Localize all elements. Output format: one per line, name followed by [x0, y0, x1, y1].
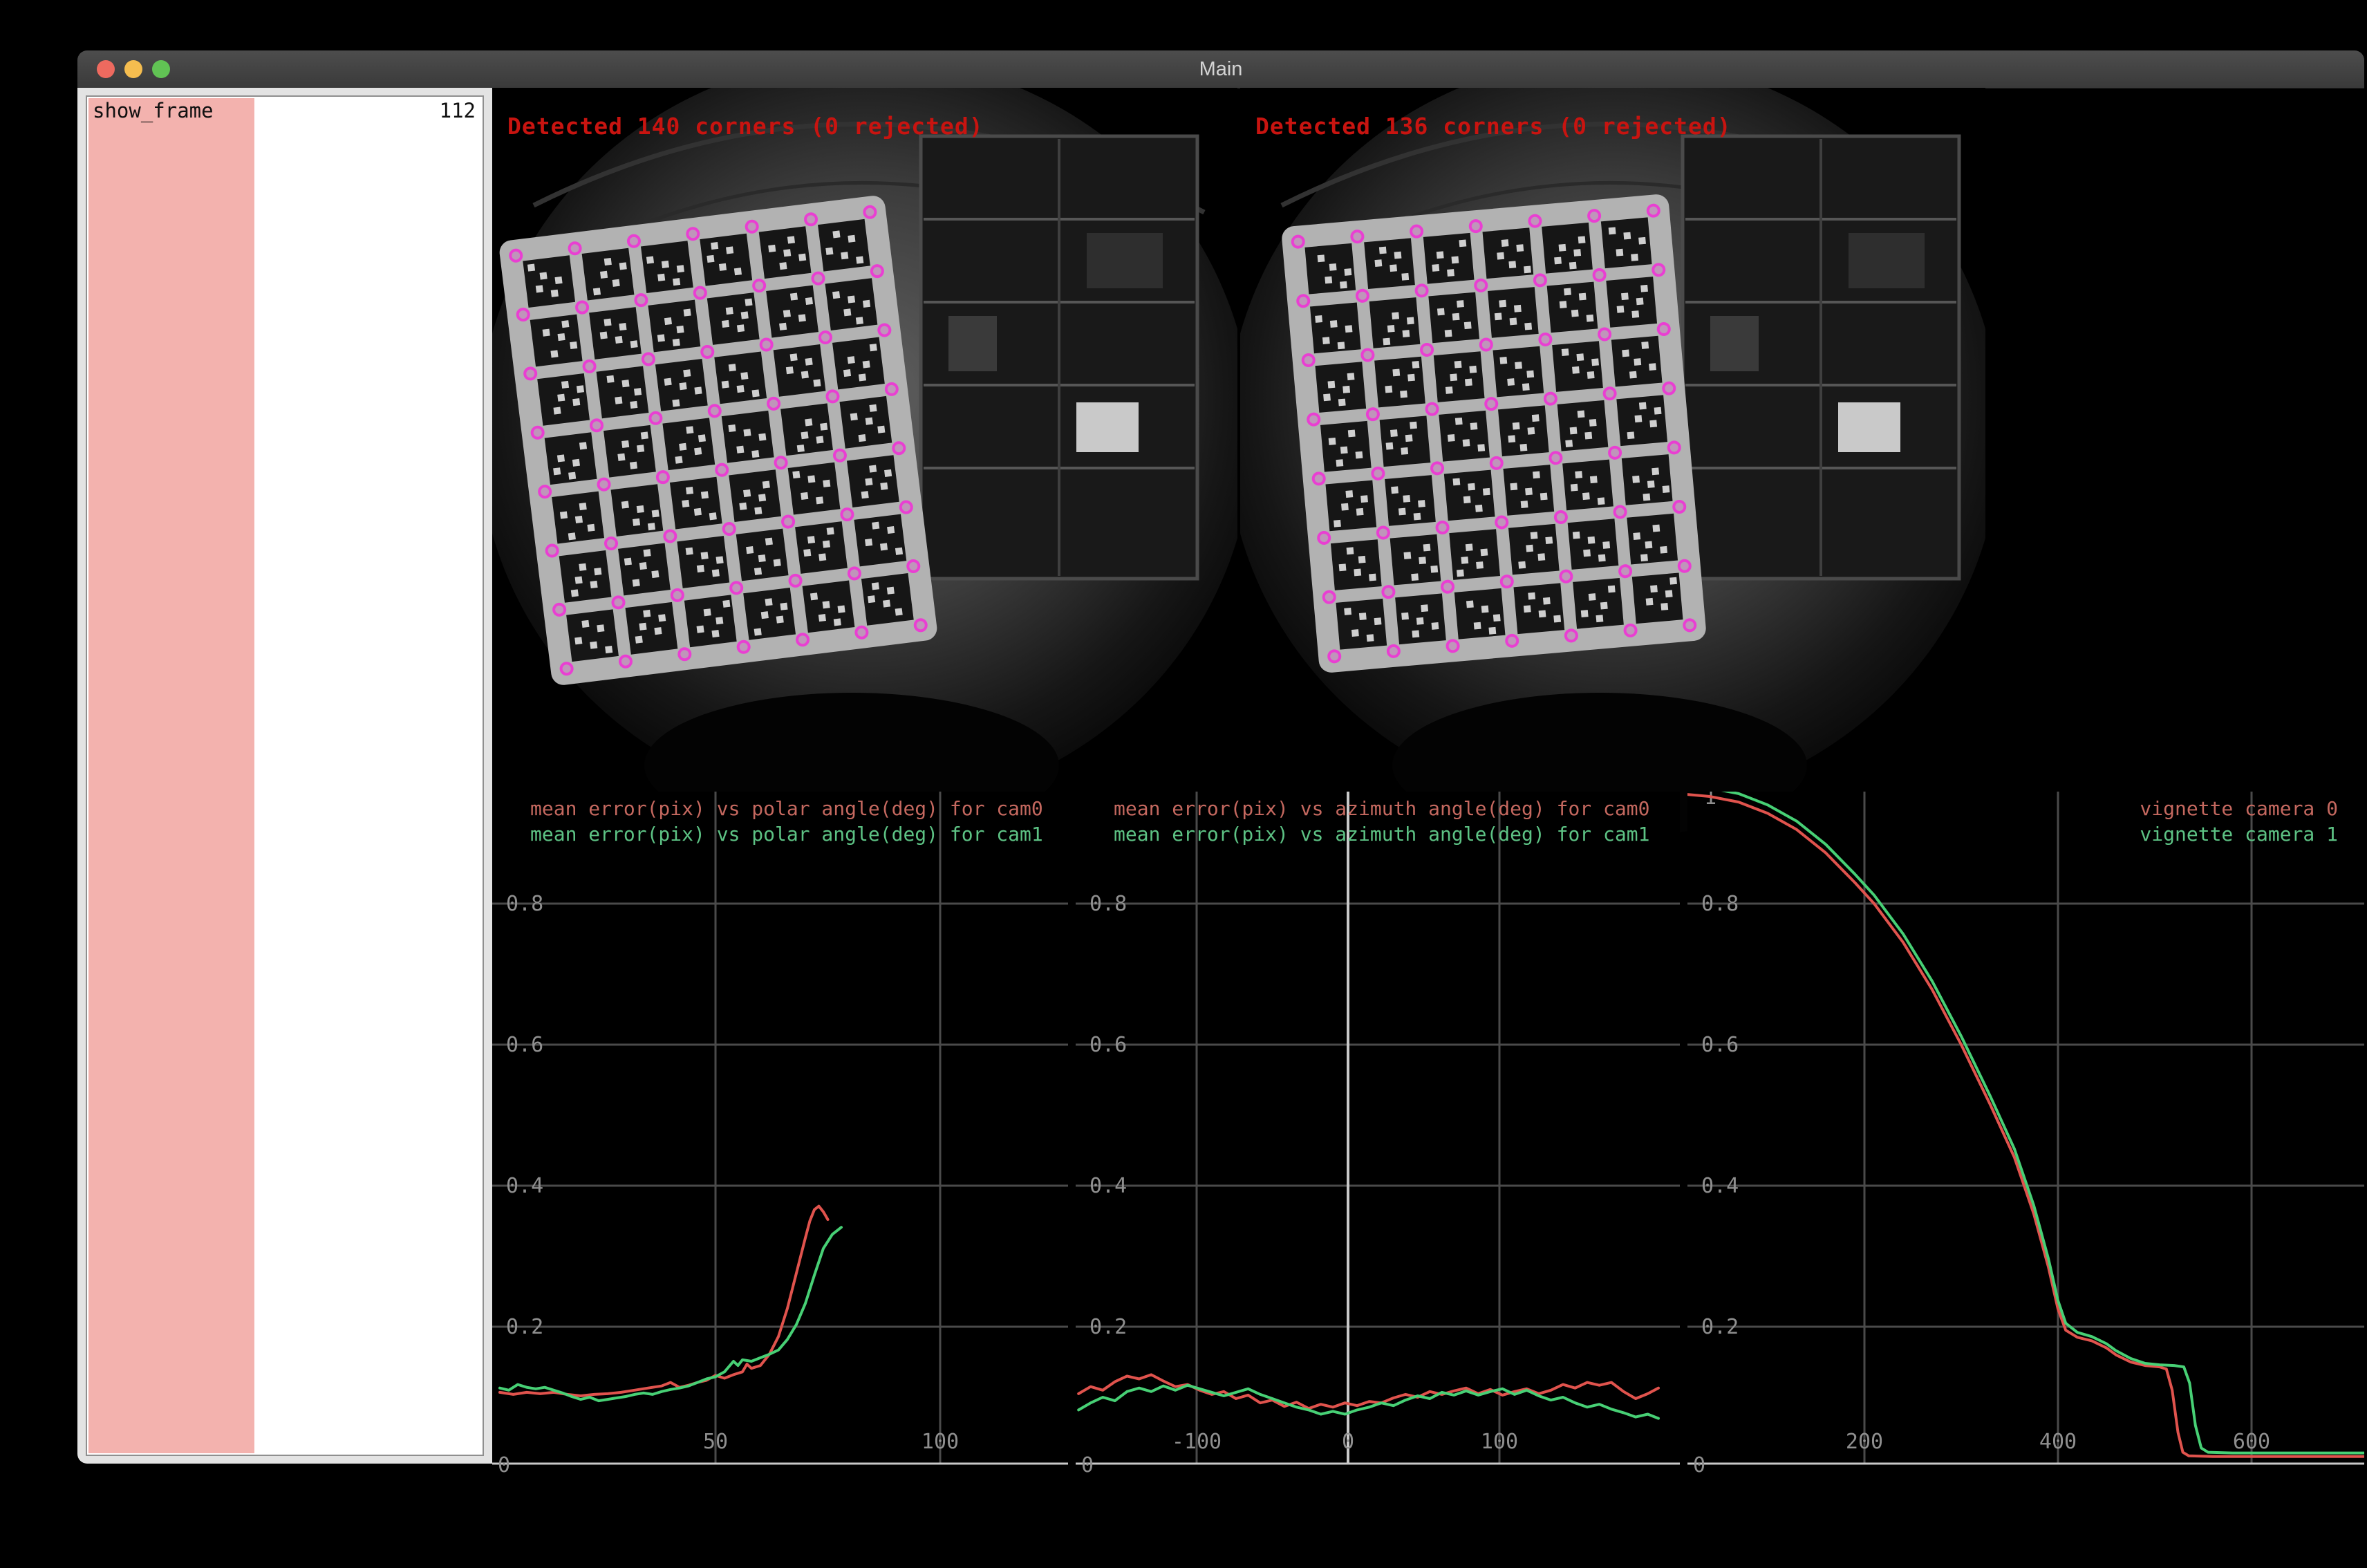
y-tick-label: 0.6: [1089, 1033, 1127, 1057]
origin-label: 0: [498, 1453, 510, 1477]
field-value: 112: [440, 97, 476, 124]
legend-entry: mean error(pix) vs azimuth angle(deg) fo…: [1114, 796, 1649, 821]
legend-entry: vignette camera 1: [2140, 821, 2338, 847]
camera1-status: Detected 136 corners (0 rejected): [1255, 113, 1732, 140]
y-tick-label: 0.4: [506, 1174, 543, 1198]
plot-legend: vignette camera 0vignette camera 1: [2140, 796, 2338, 847]
plot-error-vs-azimuth[interactable]: 0.2 0.4 0.6 0.8 -100 0 100 0 mean error(pix) vs …: [1076, 792, 1680, 1490]
window-title: Main: [77, 50, 2364, 88]
y-tick-label: 0.6: [1701, 1033, 1739, 1057]
titlebar[interactable]: Main: [77, 50, 2364, 88]
control-sidebar: show_frame 112 show_corners show_corners…: [77, 88, 492, 1464]
camera0-status: Detected 140 corners (0 rejected): [507, 113, 984, 140]
field-label: show_frame: [93, 97, 214, 124]
drag-fill: [88, 98, 254, 1453]
plot-vignette[interactable]: 0.2 0.4 0.6 0.8 200 400 600 0 1 vignette camera 0…: [1687, 792, 2364, 1490]
plot-legend: mean error(pix) vs polar angle(deg) for …: [530, 796, 1043, 847]
y-tick-label: 0.4: [1089, 1174, 1127, 1198]
plot-error-vs-polar[interactable]: 0.2 0.4 0.6 0.8 50 100 0 mean error(pix) vs pol…: [492, 792, 1068, 1490]
plot-canvas[interactable]: 0.2 0.4 0.6 0.8 -100 0 100 0: [1076, 792, 1680, 1490]
y-tick-label: 0.4: [1701, 1174, 1739, 1198]
series-cam1: [500, 1227, 841, 1401]
y-tick-label: 0.8: [506, 892, 543, 916]
x-tick-label: -100: [1172, 1430, 1222, 1454]
y-tick-label: 0.2: [1701, 1315, 1739, 1339]
zoom-button[interactable]: [152, 60, 170, 78]
x-tick-label: 100: [921, 1430, 959, 1454]
legend-entry: mean error(pix) vs azimuth angle(deg) fo…: [1114, 821, 1649, 847]
y-tick-label: 0.2: [1089, 1315, 1127, 1339]
checkbox-show_corners[interactable]: show_corners: [86, 1464, 484, 1490]
x-tick-label: 400: [2039, 1430, 2077, 1454]
x-tick-label: 600: [2233, 1430, 2270, 1454]
camera1-view: Detected 136 corners (0 rejected): [1240, 88, 1985, 839]
legend-entry: mean error(pix) vs polar angle(deg) for …: [530, 821, 1043, 847]
close-button[interactable]: [97, 60, 115, 78]
y-tick-label: 0.8: [1701, 892, 1739, 916]
minimize-button[interactable]: [124, 60, 142, 78]
plot-legend: mean error(pix) vs azimuth angle(deg) fo…: [1114, 796, 1649, 847]
y-tick-label: 0.8: [1089, 892, 1127, 916]
camera0-view: Detected 140 corners (0 rejected): [492, 88, 1237, 839]
series-cam0: [500, 1206, 828, 1396]
origin-label: 0: [1081, 1453, 1094, 1477]
plot-canvas[interactable]: 0.2 0.4 0.6 0.8 200 400 600 0 1: [1687, 792, 2364, 1490]
x-tick-label: 0: [1342, 1430, 1354, 1454]
legend-entry: mean error(pix) vs polar angle(deg) for …: [530, 796, 1043, 821]
app-window: Main show_frame 112 show_corners show_co…: [77, 50, 2364, 1490]
series-cam0: [1078, 1374, 1658, 1408]
plot-canvas[interactable]: 0.2 0.4 0.6 0.8 50 100 0: [492, 792, 1068, 1490]
y-tick-label: 0.6: [506, 1033, 543, 1057]
top-axis-label: 1: [1704, 792, 1716, 810]
x-tick-label: 200: [1846, 1430, 1883, 1454]
camera1-image: [1240, 88, 1985, 839]
x-tick-label: 50: [703, 1430, 728, 1454]
series-vignette cam0: [1687, 794, 2364, 1457]
y-tick-label: 0.2: [506, 1315, 543, 1339]
legend-entry: vignette camera 0: [2140, 796, 2338, 821]
camera0-image: [492, 88, 1237, 839]
series-vignette cam1: [1687, 792, 2364, 1453]
x-tick-label: 100: [1481, 1430, 1518, 1454]
origin-label: 0: [1693, 1453, 1705, 1477]
field-show_frame[interactable]: show_frame 112: [86, 95, 484, 1456]
